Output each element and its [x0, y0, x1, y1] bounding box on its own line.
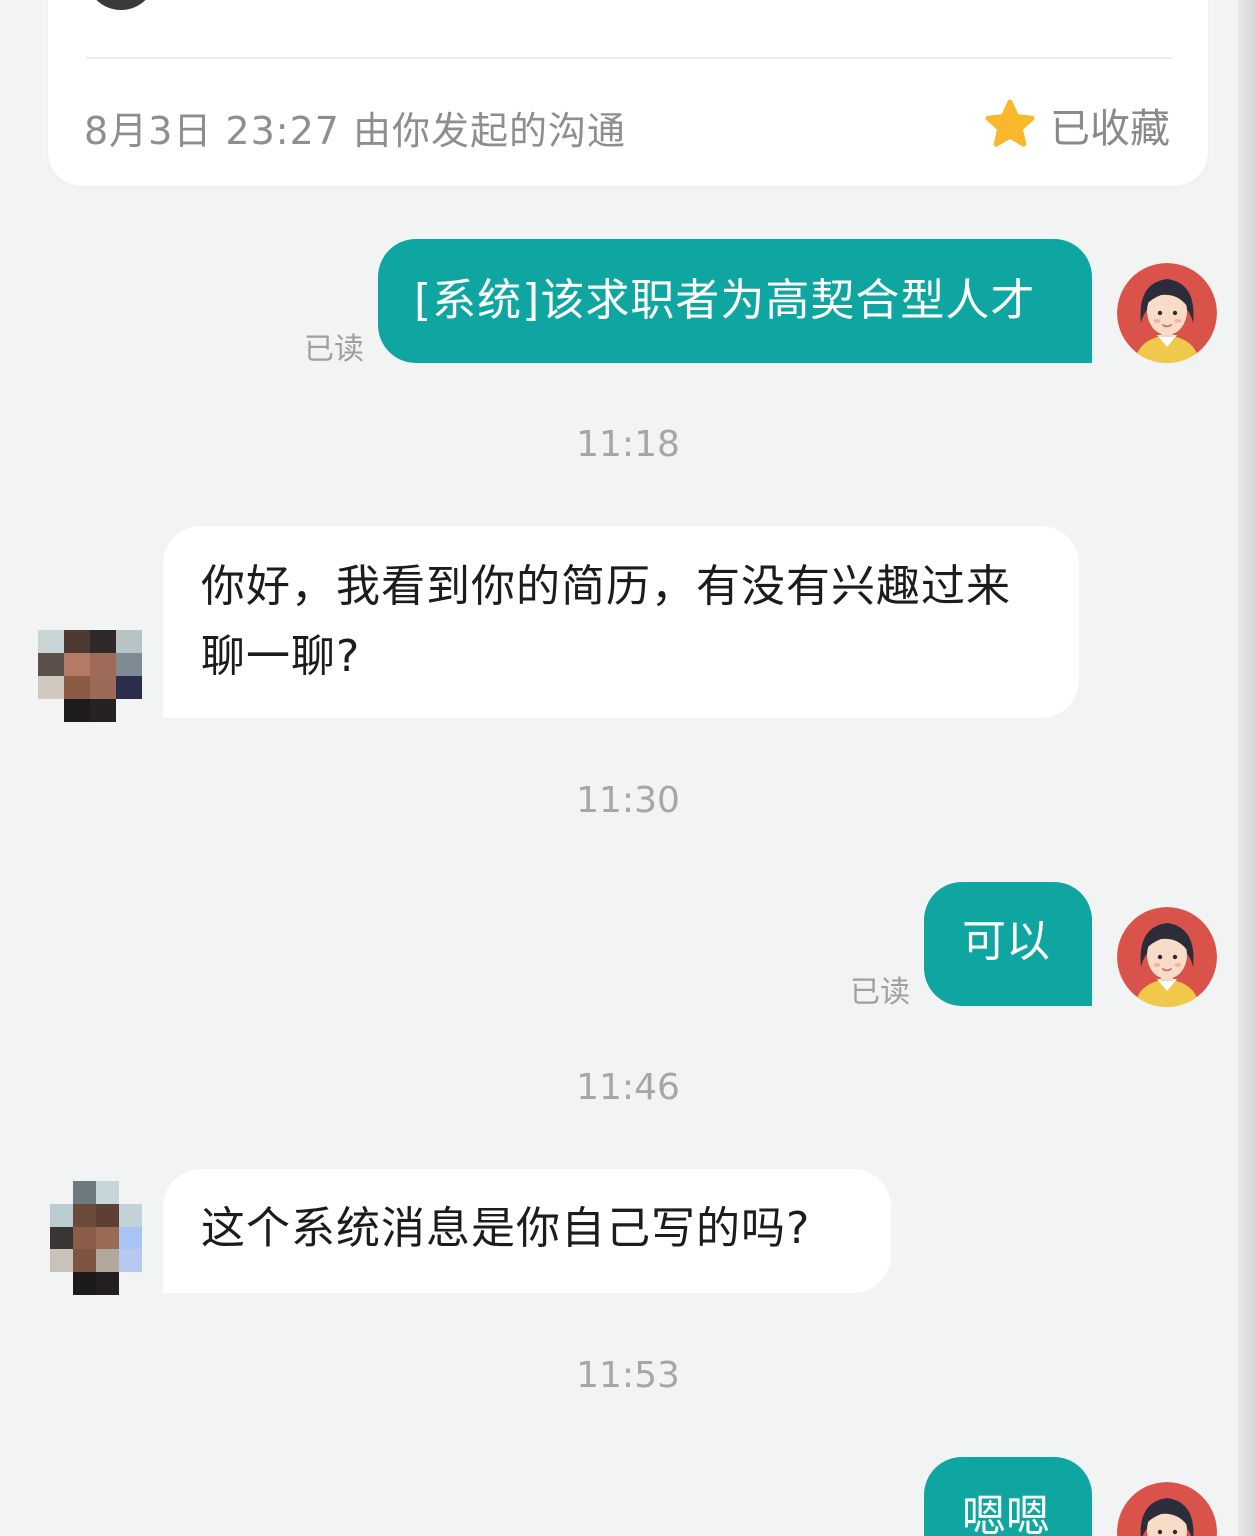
recruiter-avatar-icon	[1117, 907, 1217, 1007]
timestamp: 11:18	[576, 424, 680, 465]
contact-avatar-pixelated[interactable]	[50, 1181, 142, 1295]
timestamp: 11:30	[576, 780, 680, 821]
star-icon	[985, 99, 1035, 147]
recruiter-avatar-icon	[1117, 1482, 1217, 1536]
message-bubble-outgoing[interactable]: 嗯嗯	[924, 1457, 1092, 1536]
message-text: 可以	[962, 916, 1050, 967]
my-avatar[interactable]	[1117, 1482, 1217, 1536]
message-text-line: 聊一聊?	[201, 631, 361, 682]
message-bubble-outgoing[interactable]: [系统]该求职者为高契合型人才	[378, 239, 1092, 363]
read-receipt: 已读	[850, 975, 910, 1010]
timestamp: 11:46	[576, 1067, 680, 1108]
timestamp: 11:53	[576, 1355, 680, 1396]
favorite-label: 已收藏	[1050, 106, 1170, 152]
message-text: 嗯嗯	[962, 1491, 1050, 1536]
conversation-info-card	[48, 0, 1208, 186]
my-avatar[interactable]	[1117, 263, 1217, 363]
card-divider	[86, 57, 1172, 59]
my-avatar[interactable]	[1117, 907, 1217, 1007]
recruiter-avatar-icon	[1117, 263, 1217, 363]
favorite-toggle[interactable]: 已收藏	[982, 96, 1170, 154]
scrollbar-edge[interactable]	[1238, 0, 1256, 1536]
message-text: 这个系统消息是你自己写的吗?	[201, 1203, 811, 1254]
message-bubble-incoming[interactable]: 这个系统消息是你自己写的吗?	[163, 1169, 891, 1293]
message-text: [系统]该求职者为高契合型人才	[414, 275, 1036, 326]
message-text-line: 你好，我看到你的简历，有没有兴趣过来	[201, 561, 1011, 612]
conversation-meta: 8月3日 23:27 由你发起的沟通	[84, 109, 627, 153]
chat-screen: 8月3日 23:27 由你发起的沟通 已收藏 [系统]该求职者为高契合型人才 已…	[0, 0, 1256, 1536]
message-bubble-outgoing[interactable]: 可以	[924, 882, 1092, 1006]
read-receipt: 已读	[304, 332, 364, 367]
contact-avatar-pixelated[interactable]	[38, 630, 142, 722]
message-bubble-incoming[interactable]: 你好，我看到你的简历，有没有兴趣过来 聊一聊?	[163, 526, 1079, 718]
